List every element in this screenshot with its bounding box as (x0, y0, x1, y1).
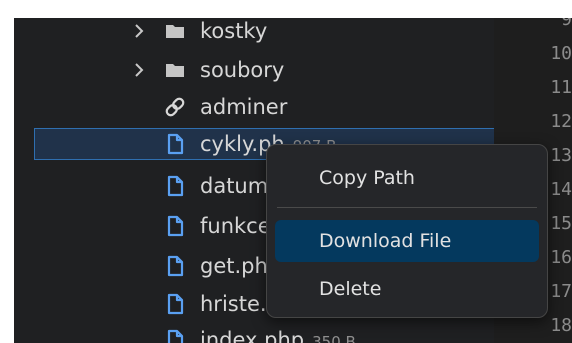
folder-icon (164, 59, 186, 81)
tree-item-soubory[interactable]: soubory (14, 55, 494, 89)
tree-item-label: hriste. (200, 292, 267, 316)
file-icon (164, 133, 186, 155)
chevron-right-icon[interactable] (132, 21, 146, 41)
menu-item-copy-path[interactable]: Copy Path (275, 157, 539, 199)
menu-separator (277, 207, 537, 208)
link-icon (164, 96, 186, 118)
file-icon (164, 215, 186, 237)
menu-item-label: Delete (319, 278, 382, 300)
left-border (0, 18, 14, 343)
file-icon (164, 329, 186, 343)
tree-item-label: get.ph (200, 254, 268, 278)
chevron-right-icon[interactable] (132, 60, 146, 80)
tree-item-label: kostky (200, 19, 268, 43)
menu-item-download-file[interactable]: Download File (275, 220, 539, 262)
line-number: 18 (550, 315, 572, 336)
file-icon (164, 293, 186, 315)
folder-icon (164, 20, 186, 42)
file-icon (164, 255, 186, 277)
tree-item-label: soubory (200, 58, 285, 82)
line-number: 9 (561, 18, 572, 30)
context-menu: Copy Path Download File Delete (266, 144, 548, 318)
menu-item-delete[interactable]: Delete (275, 268, 539, 310)
menu-item-label: Copy Path (319, 167, 415, 189)
tree-item-label: datum (200, 174, 269, 198)
tree-item-label: adminer (200, 95, 288, 119)
line-number: 11 (550, 77, 572, 98)
file-icon (164, 175, 186, 197)
file-size: 350 B (312, 333, 356, 343)
top-bar (0, 0, 572, 18)
line-number: 10 (550, 43, 572, 64)
tree-item-label: funkce (200, 214, 271, 238)
tree-item-kostky[interactable]: kostky (14, 18, 494, 52)
tree-item-adminer[interactable]: adminer (14, 92, 494, 126)
menu-item-label: Download File (319, 230, 452, 252)
tree-item-index-php[interactable]: index.php 350 B (14, 324, 494, 343)
line-number: 12 (550, 111, 572, 132)
tree-item-label: index.php 350 B (200, 327, 356, 343)
